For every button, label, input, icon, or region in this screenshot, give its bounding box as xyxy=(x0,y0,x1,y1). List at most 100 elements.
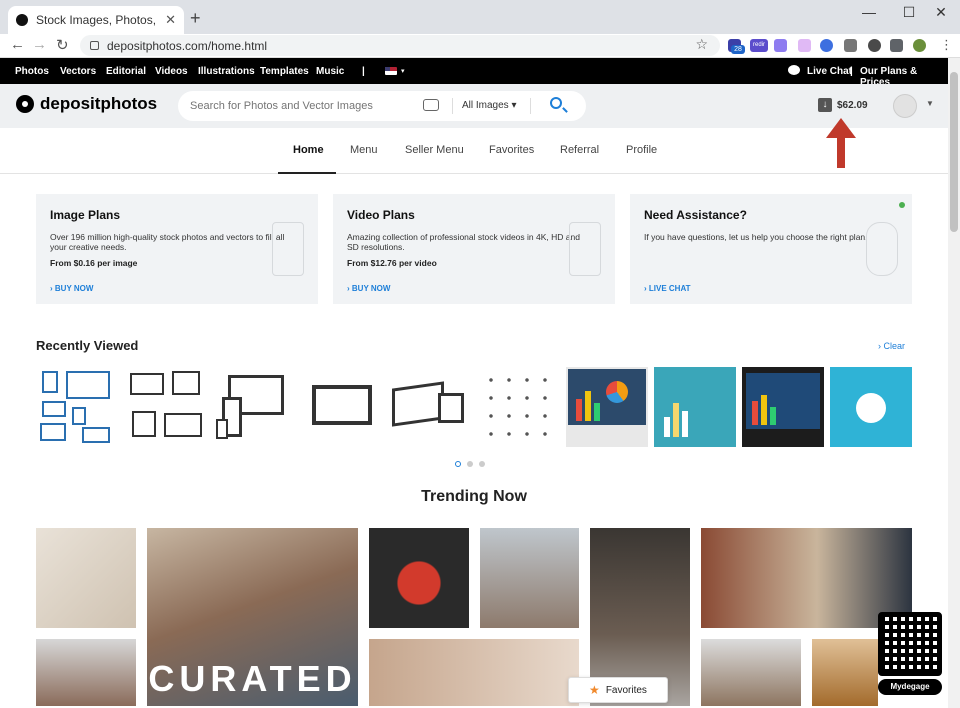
recent-thumbnail[interactable] xyxy=(830,367,912,447)
arrow-back-icon[interactable]: ← xyxy=(10,36,25,53)
logo-text: depositphotos xyxy=(40,94,158,113)
video-placeholder-icon xyxy=(569,222,601,276)
extension-icon[interactable] xyxy=(798,39,811,52)
nav-photos[interactable]: Photos xyxy=(15,66,49,77)
extension-icon[interactable] xyxy=(868,39,881,52)
curated-collection-photo[interactable]: CURATED xyxy=(147,528,358,706)
image-plans-card[interactable]: Image Plans Over 196 million high-qualit… xyxy=(36,194,318,304)
card-price: From $0.16 per image xyxy=(50,258,138,268)
maximize-button[interactable]: ☐ xyxy=(894,4,924,21)
card-title: Image Plans xyxy=(50,208,121,222)
chevron-down-icon[interactable]: ▼ xyxy=(926,99,934,108)
depositphotos-logo[interactable]: depositphotos xyxy=(16,94,157,114)
bookmark-star-icon[interactable]: ☆ xyxy=(695,36,708,53)
download-icon: ↓ xyxy=(818,98,832,112)
reload-icon[interactable]: ↻ xyxy=(56,36,69,54)
recent-thumbnail[interactable] xyxy=(302,367,384,447)
url-field[interactable]: depositphotos.com/home.html ☆ xyxy=(80,35,720,56)
browser-menu-icon[interactable]: ⋮ xyxy=(940,37,953,53)
scrollbar-thumb[interactable] xyxy=(950,72,958,232)
carousel-dot[interactable] xyxy=(479,461,485,467)
infographic-circle xyxy=(856,393,886,423)
image-placeholder-icon xyxy=(272,222,304,276)
extension-icon[interactable] xyxy=(774,39,787,52)
trending-photo[interactable] xyxy=(812,639,878,706)
account-subnav: Home Menu Seller Menu Favorites Referral… xyxy=(0,128,948,174)
favorites-button[interactable]: ★ Favorites xyxy=(568,677,668,703)
recent-thumbnail[interactable] xyxy=(388,367,470,447)
recent-thumbnail[interactable] xyxy=(566,367,648,447)
tab-home[interactable]: Home xyxy=(293,144,324,156)
close-window-button[interactable]: ✕ xyxy=(926,4,956,21)
trending-photo[interactable] xyxy=(36,528,136,628)
card-title: Need Assistance? xyxy=(644,208,747,222)
clear-history-link[interactable]: › Clear xyxy=(878,341,905,351)
redirect-extension-icon[interactable]: redir xyxy=(750,39,768,52)
recent-thumbnail[interactable] xyxy=(214,367,296,447)
puzzle-extensions-icon[interactable] xyxy=(890,39,903,52)
us-flag-icon[interactable] xyxy=(385,67,397,75)
carousel-dot[interactable] xyxy=(467,461,473,467)
nav-illustrations[interactable]: Illustrations xyxy=(198,66,255,77)
tab-referral[interactable]: Referral xyxy=(560,144,599,156)
online-status-dot xyxy=(899,202,905,208)
profile-avatar[interactable] xyxy=(913,39,926,52)
extension-icon[interactable] xyxy=(820,39,833,52)
assistance-card[interactable]: Need Assistance? If you have questions, … xyxy=(630,194,912,304)
nav-vectors[interactable]: Vectors xyxy=(60,66,96,77)
nav-templates[interactable]: Templates xyxy=(260,66,309,77)
tab-close-icon[interactable]: ✕ xyxy=(165,12,176,28)
recent-thumbnail[interactable] xyxy=(126,367,208,447)
recent-thumbnail[interactable] xyxy=(742,367,824,447)
favorites-label: Favorites xyxy=(605,684,647,696)
card-description: Amazing collection of professional stock… xyxy=(347,232,580,252)
nav-divider: | xyxy=(362,66,365,77)
tab-menu[interactable]: Menu xyxy=(350,144,378,156)
chevron-down-icon[interactable]: ▾ xyxy=(401,67,405,75)
recent-thumbnail[interactable] xyxy=(476,367,558,447)
arrow-forward-icon[interactable]: → xyxy=(32,36,47,53)
buy-now-link[interactable]: › BUY NOW xyxy=(50,284,93,293)
search-scope-label: All Images xyxy=(462,100,509,111)
new-tab-button[interactable]: + xyxy=(190,8,201,29)
card-title: Video Plans xyxy=(347,208,415,222)
logo-icon xyxy=(16,95,34,113)
trending-heading: Trending Now xyxy=(421,488,527,505)
card-description: Over 196 million high-quality stock phot… xyxy=(50,232,285,252)
extension-icon[interactable] xyxy=(844,39,857,52)
buy-now-link[interactable]: › BUY NOW xyxy=(347,284,390,293)
card-price: From $12.76 per video xyxy=(347,258,437,268)
nav-videos[interactable]: Videos xyxy=(155,66,188,77)
qr-code xyxy=(878,612,942,676)
video-plans-card[interactable]: Video Plans Amazing collection of profes… xyxy=(333,194,615,304)
tab-profile[interactable]: Profile xyxy=(626,144,657,156)
star-icon: ★ xyxy=(589,683,600,697)
search-scope-select[interactable]: All Images ▾ xyxy=(462,100,517,111)
user-avatar[interactable] xyxy=(893,94,917,118)
balance-amount: $62.09 xyxy=(837,99,868,111)
trending-photo[interactable] xyxy=(36,639,136,706)
nav-editorial[interactable]: Editorial xyxy=(106,66,146,77)
nav-music[interactable]: Music xyxy=(316,66,344,77)
chat-bubble-icon xyxy=(788,65,800,75)
search-input[interactable] xyxy=(190,100,420,112)
browser-tab[interactable]: Stock Images, Photos, Vectors, Il... ✕ xyxy=(8,6,184,34)
url-text: depositphotos.com/home.html xyxy=(107,38,268,53)
trending-photo[interactable] xyxy=(701,639,801,706)
live-chat-link[interactable]: Live Chat xyxy=(807,66,852,77)
trending-photo[interactable] xyxy=(480,528,579,628)
recent-thumbnail[interactable] xyxy=(654,367,736,447)
recent-thumbnail[interactable] xyxy=(36,367,118,447)
curated-label: CURATED xyxy=(148,658,357,699)
tab-favorites[interactable]: Favorites xyxy=(489,144,534,156)
live-chat-link[interactable]: › LIVE CHAT xyxy=(644,284,691,293)
trending-photo[interactable] xyxy=(369,639,579,706)
download-balance[interactable]: ↓ $62.09 xyxy=(818,98,868,112)
pie-chart-icon xyxy=(606,381,628,403)
tab-seller-menu[interactable]: Seller Menu xyxy=(405,144,464,156)
minimize-button[interactable]: — xyxy=(854,4,884,20)
carousel-dot[interactable] xyxy=(455,461,461,467)
trending-photo[interactable] xyxy=(369,528,469,628)
search-icon[interactable] xyxy=(550,97,562,109)
camera-search-icon[interactable] xyxy=(423,99,439,111)
